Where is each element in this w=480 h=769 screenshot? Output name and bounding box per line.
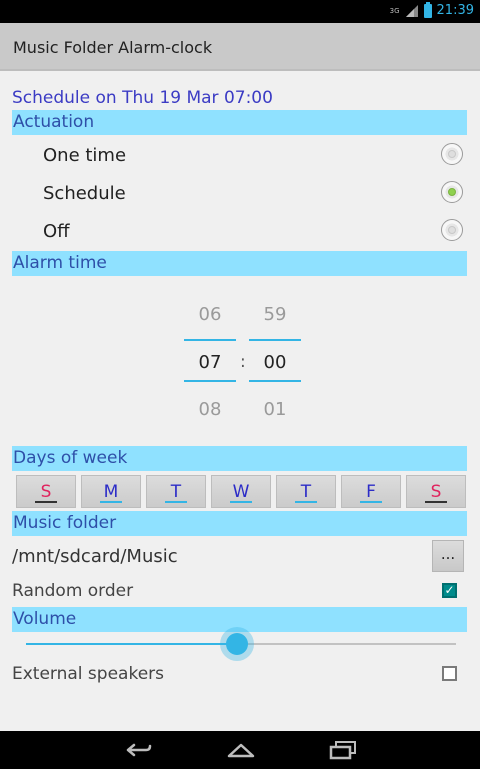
minute-current[interactable]: 00 [249, 352, 301, 373]
day-button-monday[interactable]: M [81, 475, 141, 508]
minute-next[interactable]: 01 [249, 399, 301, 420]
day-buttons: S M T W T F S [16, 475, 466, 508]
radio-button[interactable] [441, 219, 463, 241]
settings-content: Schedule on Thu 19 Mar 07:00 Actuation O… [0, 73, 480, 731]
day-indicator [35, 501, 57, 503]
minute-previous[interactable]: 59 [249, 304, 301, 325]
hour-divider-bottom [184, 380, 236, 382]
day-indicator [425, 501, 447, 503]
slider-thumb[interactable] [225, 633, 248, 655]
external-speakers-label: External speakers [12, 664, 165, 684]
home-icon[interactable] [225, 739, 257, 761]
battery-icon [423, 1, 432, 18]
radio-label: Schedule [43, 183, 126, 204]
navigation-bar [0, 731, 480, 769]
day-button-sunday[interactable]: S [16, 475, 76, 508]
status-bar: 3G 21:39 [0, 0, 480, 23]
day-label: W [232, 481, 250, 502]
radio-label: One time [43, 145, 127, 166]
app-title: Music Folder Alarm-clock [13, 38, 213, 57]
day-label: S [40, 481, 52, 502]
time-separator: : [240, 352, 246, 372]
minute-divider-top [249, 339, 301, 341]
hour-divider-top [184, 339, 236, 341]
external-speakers-checkbox[interactable] [442, 666, 457, 681]
day-label: F [366, 481, 376, 502]
day-button-tuesday[interactable]: T [146, 475, 206, 508]
recent-apps-icon[interactable] [327, 739, 359, 761]
section-music-folder: Music folder [12, 511, 467, 536]
radio-option-one-time[interactable]: One time [0, 137, 480, 173]
random-order-label: Random order [12, 581, 134, 601]
day-label: M [103, 481, 119, 502]
day-button-wednesday[interactable]: W [211, 475, 271, 508]
status-icons: 3G 21:39 [389, 1, 474, 18]
music-folder-path: /mnt/sdcard/Music [12, 546, 178, 567]
network-type: 3G [389, 6, 400, 15]
slider-fill [26, 643, 237, 645]
action-bar: Music Folder Alarm-clock [0, 23, 480, 71]
day-indicator [100, 501, 122, 503]
hour-current[interactable]: 07 [184, 352, 236, 373]
hour-next[interactable]: 08 [184, 399, 236, 420]
day-label: S [430, 481, 442, 502]
day-indicator [165, 501, 187, 503]
back-icon[interactable] [122, 739, 154, 761]
radio-button[interactable] [441, 181, 463, 203]
section-volume: Volume [12, 607, 467, 632]
browse-folder-button[interactable]: ... [432, 540, 464, 572]
radio-label: Off [43, 221, 70, 242]
day-label: T [300, 481, 312, 502]
minute-divider-bottom [249, 380, 301, 382]
section-alarm-time: Alarm time [12, 251, 467, 276]
status-time: 21:39 [436, 3, 474, 18]
radio-option-schedule[interactable]: Schedule [0, 175, 480, 211]
schedule-summary: Schedule on Thu 19 Mar 07:00 [12, 88, 273, 108]
signal-icon [405, 4, 418, 17]
day-indicator [295, 501, 317, 503]
hour-previous[interactable]: 06 [184, 304, 236, 325]
radio-option-off[interactable]: Off [0, 213, 480, 249]
random-order-checkbox[interactable]: ✓ [442, 583, 457, 598]
section-days-of-week: Days of week [12, 446, 467, 471]
day-button-saturday[interactable]: S [406, 475, 466, 508]
day-indicator [230, 501, 252, 503]
day-indicator [360, 501, 382, 503]
day-button-thursday[interactable]: T [276, 475, 336, 508]
section-actuation: Actuation [12, 110, 467, 135]
radio-button[interactable] [441, 143, 463, 165]
day-button-friday[interactable]: F [341, 475, 401, 508]
day-label: T [170, 481, 182, 502]
